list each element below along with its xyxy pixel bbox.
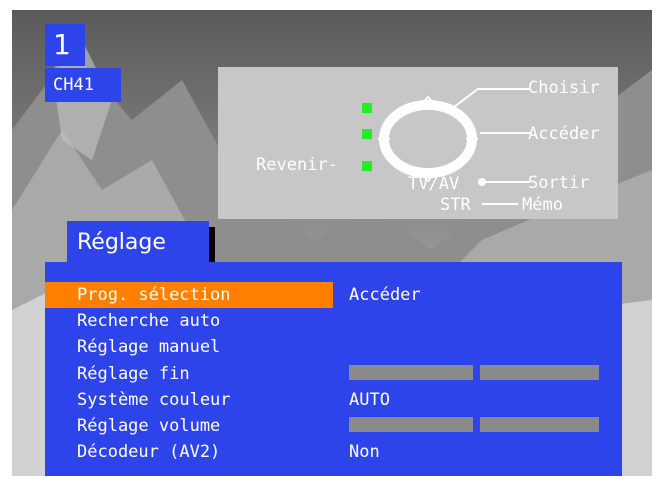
- help-str-label: STR: [440, 195, 471, 215]
- menu-item[interactable]: Prog. sélection Accéder: [45, 282, 622, 308]
- indicator-icon: [362, 129, 372, 139]
- menu-item-value: Accéder: [349, 285, 421, 305]
- menu-item[interactable]: Recherche auto: [45, 308, 622, 334]
- remote-help-panel: Choisir Accéder Revenir- TV/AV Sortir ST…: [218, 67, 618, 219]
- menu-item-label: Système couleur: [77, 390, 231, 410]
- volume-slider-left[interactable]: [349, 417, 473, 432]
- menu-item-label: Décodeur (AV2): [77, 442, 221, 462]
- menu-item[interactable]: Réglage volume: [45, 413, 622, 439]
- menu-item[interactable]: Décodeur (AV2) Non: [45, 439, 622, 465]
- menu-item-label: Recherche auto: [77, 311, 221, 331]
- menu-item-label: Réglage volume: [77, 416, 221, 436]
- fine-tune-slider-right[interactable]: [480, 365, 599, 380]
- help-memo-label: Mémo: [522, 195, 563, 215]
- menu-item-label: Réglage manuel: [77, 337, 221, 357]
- menu-title: Réglage: [67, 221, 209, 265]
- indicator-icon: [362, 161, 372, 171]
- help-tvav-label: TV/AV: [408, 174, 460, 194]
- menu-item-value: AUTO: [349, 390, 390, 410]
- tv-screen: 1 CH41 Choisir Accéder Revenir- TV/AV So…: [12, 10, 652, 476]
- menu-item[interactable]: Réglage fin: [45, 361, 622, 387]
- settings-menu: Prog. sélection Accéder Recherche auto R…: [45, 262, 622, 476]
- menu-item[interactable]: Réglage manuel: [45, 334, 622, 360]
- channel-number: 1: [45, 24, 85, 66]
- menu-item-value: Non: [349, 442, 380, 462]
- menu-item-label: Prog. sélection: [45, 282, 333, 308]
- help-exit-label: Sortir: [528, 173, 590, 193]
- help-choose-label: Choisir: [528, 78, 600, 98]
- channel-name: CH41: [45, 68, 121, 102]
- menu-item-label: Réglage fin: [77, 364, 190, 384]
- indicator-icon: [362, 103, 372, 113]
- help-access-label: Accéder: [528, 124, 600, 144]
- help-back-label: Revenir-: [256, 155, 338, 175]
- fine-tune-slider-left[interactable]: [349, 365, 473, 380]
- volume-slider-right[interactable]: [480, 417, 599, 432]
- menu-item[interactable]: Système couleur AUTO: [45, 387, 622, 413]
